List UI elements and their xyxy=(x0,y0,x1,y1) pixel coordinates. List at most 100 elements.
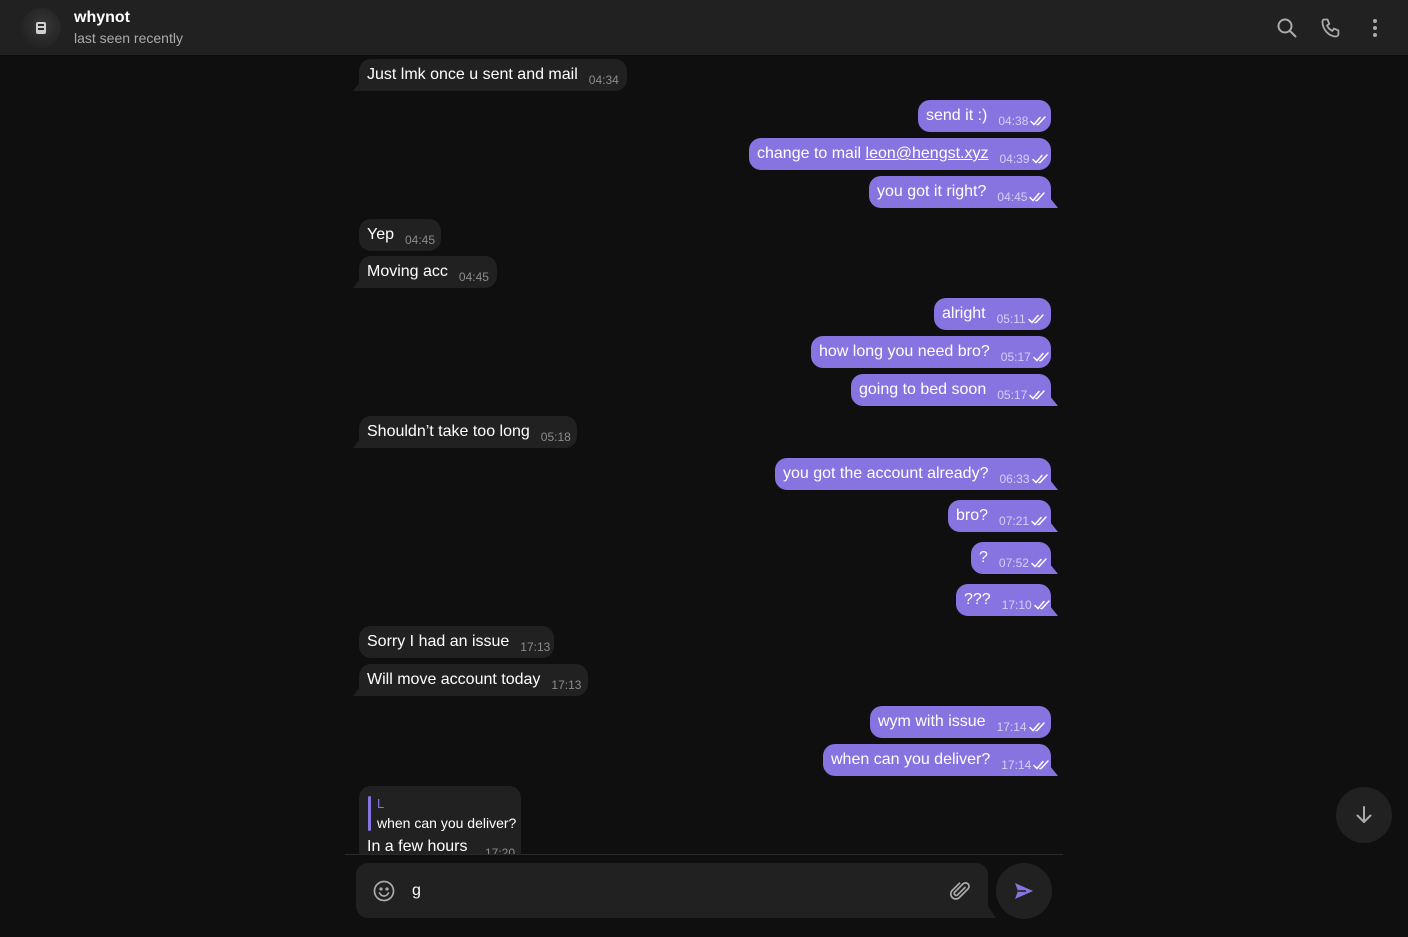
avatar[interactable] xyxy=(21,8,61,48)
message-time: 05:18 xyxy=(540,429,571,444)
message-bubble[interactable]: bro? 07:21 xyxy=(948,500,1058,532)
message-text: you got the account already? xyxy=(783,465,989,482)
message-meta: 17:14 xyxy=(1001,758,1051,772)
message-bubble[interactable]: change to mail leon@hengst.xyz 04:39 xyxy=(749,138,1051,170)
message-time: 17:20 xyxy=(485,846,516,854)
message-bubble[interactable]: you got the account already? 06:33 xyxy=(775,458,1058,490)
attach-icon[interactable] xyxy=(948,879,972,903)
message-time: 05:17 xyxy=(1000,349,1031,364)
double-check-icon xyxy=(1029,389,1045,400)
message-text: Will move account today xyxy=(367,671,541,688)
message-meta: 05:11 xyxy=(997,312,1046,326)
message-time: 06:33 xyxy=(999,471,1030,486)
message-text: you got it right? xyxy=(877,183,987,200)
double-check-icon xyxy=(1029,191,1046,202)
message-text: Shouldn’t take too long xyxy=(367,423,530,440)
search-icon[interactable] xyxy=(1275,16,1299,40)
message-time: 17:14 xyxy=(1001,757,1032,772)
message-time: 17:10 xyxy=(1001,597,1032,612)
message-text: wym with issue xyxy=(878,713,986,730)
reply-quote-bar xyxy=(368,796,371,831)
message-bubble[interactable]: alright 05:11 xyxy=(934,298,1051,330)
send-icon xyxy=(1015,883,1033,899)
email-link[interactable]: leon@hengst.xyz xyxy=(866,145,989,162)
message-time: 04:39 xyxy=(999,151,1030,166)
double-check-icon xyxy=(1031,515,1047,526)
double-check-icon xyxy=(1028,721,1045,732)
message-meta: 04:39 xyxy=(1000,152,1050,166)
message-bubble[interactable]: Just lmk once u sent and mail 04:34 xyxy=(353,59,627,91)
message-text: going to bed soon xyxy=(859,381,987,398)
message-text: Yep xyxy=(367,226,394,243)
message-text: alright xyxy=(942,305,986,322)
message-input[interactable] xyxy=(412,880,932,902)
reply-quoted-text[interactable]: when can you deliver? xyxy=(377,815,516,831)
message-text-prefix: change to mail xyxy=(757,145,866,162)
more-vertical-icon[interactable] xyxy=(1363,16,1387,40)
message-time: 05:17 xyxy=(997,387,1028,402)
message-bubble[interactable]: Sorry I had an issue 17:13 xyxy=(359,626,554,658)
message-bubble[interactable]: you got it right? 04:45 xyxy=(869,176,1058,208)
chat-header: whynot last seen recently xyxy=(0,0,1408,56)
double-check-icon xyxy=(1027,313,1044,324)
message-meta: 17:10 xyxy=(1002,598,1052,612)
message-time: 04:45 xyxy=(458,269,489,284)
message-meta: 07:52 xyxy=(999,556,1049,570)
message-time: 07:21 xyxy=(999,513,1030,528)
message-time: 07:52 xyxy=(998,555,1029,570)
message-text: when can you deliver? xyxy=(831,751,991,768)
message-meta: 07:21 xyxy=(999,514,1049,528)
message-time: 04:38 xyxy=(998,113,1029,128)
double-check-icon xyxy=(1031,153,1048,164)
scroll-to-bottom-button[interactable] xyxy=(1336,787,1392,843)
message-bubble[interactable]: ? 07:52 xyxy=(971,542,1058,574)
arrow-down-icon xyxy=(1356,806,1372,823)
composer-divider xyxy=(345,854,1063,855)
reply-message-bubble[interactable]: L when can you deliver? In a few hours 1… xyxy=(359,786,521,854)
message-bubble[interactable]: wym with issue 17:14 xyxy=(870,706,1051,738)
message-bubble[interactable]: Moving acc 04:45 xyxy=(353,256,497,288)
message-text: bro? xyxy=(956,507,989,524)
message-bubble[interactable]: how long you need bro? 05:17 xyxy=(811,336,1051,368)
message-composer xyxy=(356,863,996,918)
emoji-icon[interactable] xyxy=(372,879,396,903)
message-meta: 06:33 xyxy=(999,472,1049,486)
message-time: 05:11 xyxy=(996,311,1026,326)
reply-quoted-name[interactable]: L xyxy=(377,796,384,811)
message-meta: 05:17 xyxy=(1001,350,1051,364)
message-bubble[interactable]: Shouldn’t take too long 05:18 xyxy=(353,416,577,448)
message-time: 04:34 xyxy=(588,72,619,87)
message-text: Moving acc xyxy=(367,263,448,280)
message-time: 04:45 xyxy=(997,189,1028,204)
message-time: 17:13 xyxy=(551,677,582,692)
message-text: ??? xyxy=(964,591,991,608)
message-time: 17:13 xyxy=(520,639,551,654)
message-bubble[interactable]: Will move account today 17:13 xyxy=(353,664,588,696)
message-text: how long you need bro? xyxy=(819,343,990,360)
avatar-image xyxy=(36,22,46,34)
message-bubble[interactable]: send it :) 04:38 xyxy=(918,100,1051,132)
message-time: 17:14 xyxy=(996,719,1027,734)
message-text: Sorry I had an issue xyxy=(367,633,510,650)
send-button[interactable] xyxy=(996,863,1052,919)
message-bubble[interactable]: going to bed soon 05:17 xyxy=(851,374,1058,406)
message-bubble[interactable]: Yep 04:45 xyxy=(359,219,441,251)
message-time: 04:45 xyxy=(405,232,436,247)
phone-icon[interactable] xyxy=(1319,16,1343,40)
double-check-icon xyxy=(1031,473,1048,484)
message-meta: 05:17 xyxy=(997,388,1047,402)
message-text: In a few hours xyxy=(367,838,468,854)
message-meta: 17:14 xyxy=(997,720,1047,734)
message-list[interactable]: Just lmk once u sent and mail 04:34 send… xyxy=(0,56,1408,854)
message-text: change to mail leon@hengst.xyz xyxy=(757,144,989,164)
message-text: Just lmk once u sent and mail xyxy=(367,66,578,83)
double-check-icon xyxy=(1033,599,1050,610)
chat-title[interactable]: whynot xyxy=(74,9,130,27)
double-check-icon xyxy=(1031,557,1047,568)
double-check-icon xyxy=(1033,759,1049,770)
message-meta: 04:45 xyxy=(997,190,1047,204)
double-check-icon xyxy=(1033,351,1049,362)
message-meta: 04:38 xyxy=(998,114,1048,128)
message-bubble[interactable]: ??? 17:10 xyxy=(956,584,1058,616)
message-bubble[interactable]: when can you deliver? 17:14 xyxy=(823,744,1058,776)
